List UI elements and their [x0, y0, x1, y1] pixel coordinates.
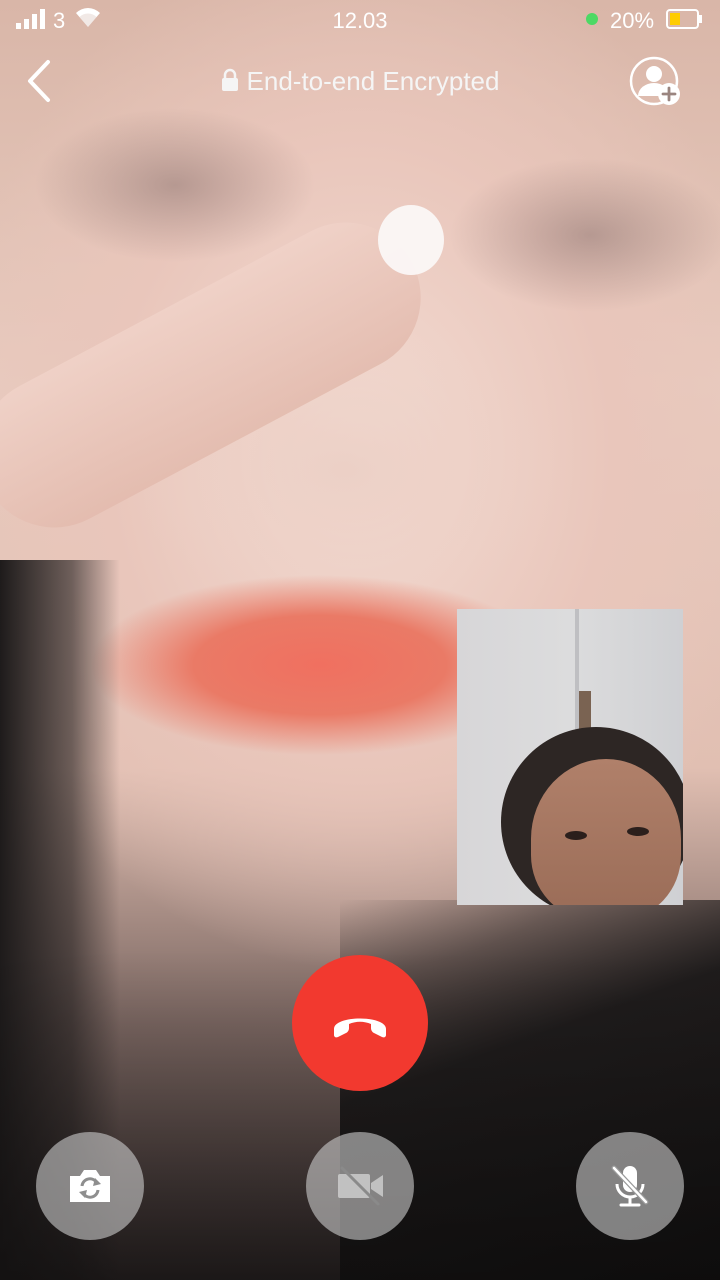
- status-bar: 3 12.03 20%: [0, 0, 720, 42]
- battery-icon: [666, 9, 702, 29]
- flip-camera-button[interactable]: [36, 1132, 144, 1240]
- remote-video-detail: [378, 205, 444, 275]
- charging-indicator-dot: [586, 13, 598, 25]
- add-user-icon: [629, 56, 680, 106]
- encryption-label: End-to-end Encrypted: [246, 66, 500, 96]
- encryption-status: End-to-end Encrypted: [0, 66, 720, 97]
- phone-hangup-icon: [334, 1018, 386, 1038]
- self-video-preview[interactable]: [457, 609, 683, 905]
- end-call-button[interactable]: [292, 955, 428, 1091]
- self-video-detail: [627, 827, 649, 836]
- video-off-icon: [338, 1166, 383, 1206]
- mute-button[interactable]: [576, 1132, 684, 1240]
- lock-icon: [221, 68, 238, 91]
- battery-percent: 20%: [610, 8, 655, 33]
- mic-off-icon: [611, 1165, 649, 1207]
- add-participant-button[interactable]: [628, 56, 684, 108]
- self-video-detail: [565, 831, 587, 840]
- self-video-detail: [531, 759, 681, 905]
- camera-switch-icon: [70, 1170, 110, 1202]
- video-toggle-button[interactable]: [306, 1132, 414, 1240]
